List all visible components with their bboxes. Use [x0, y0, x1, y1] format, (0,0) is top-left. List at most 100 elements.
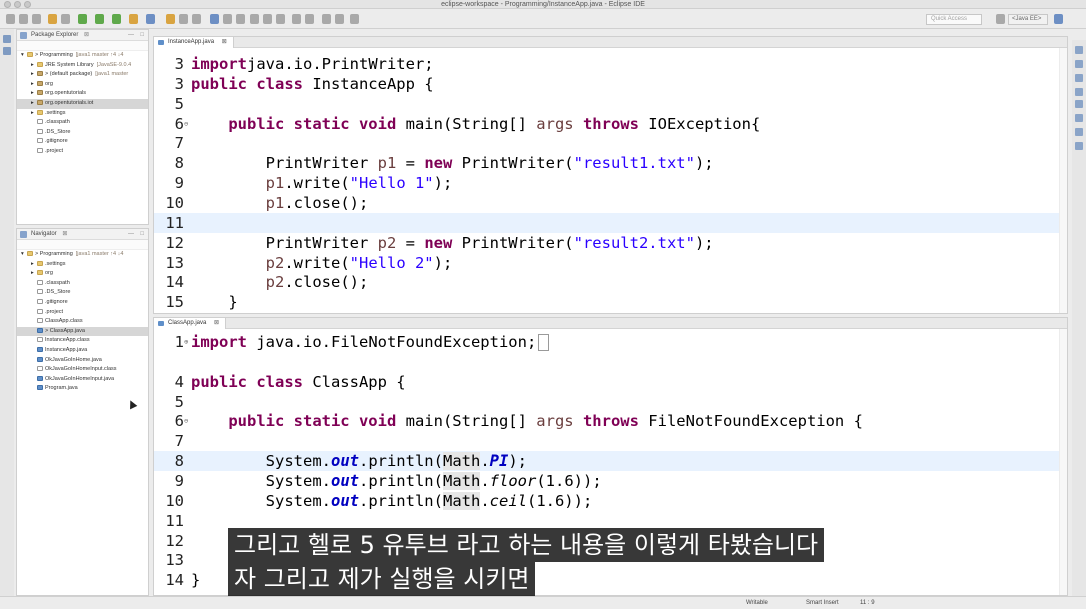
minimize-icon[interactable]: —: [128, 229, 134, 240]
code-line[interactable]: 13 p2.write("Hello 2");: [154, 253, 1059, 273]
code-line[interactable]: 10 p1.close();: [154, 193, 1059, 213]
package-explorer-tab[interactable]: Package Explorer ⊠ — □: [17, 30, 148, 41]
toggle-mark-icon[interactable]: [210, 14, 219, 24]
tree-item[interactable]: ▸ .settings: [17, 109, 148, 119]
snippets-icon[interactable]: [1075, 128, 1083, 136]
tree-item[interactable]: OkJavaGoInHomeInput.class: [17, 365, 148, 375]
block-selection-icon[interactable]: [276, 14, 285, 24]
new-icon[interactable]: [6, 14, 15, 24]
coverage-icon[interactable]: [112, 14, 121, 24]
tree-item[interactable]: ▸ .settings: [17, 260, 148, 270]
save-icon[interactable]: [19, 14, 28, 24]
fold-toggle-icon[interactable]: ⊕: [184, 332, 188, 352]
restore-view-icon[interactable]: [3, 35, 11, 43]
tree-item[interactable]: ▸ org: [17, 80, 148, 90]
code-line[interactable]: 3 importjava.io.PrintWriter;: [154, 54, 1059, 74]
tree-item[interactable]: ▸ JRE System Library [JavaSE-9.0.4: [17, 61, 148, 71]
fold-toggle-icon[interactable]: ⊖: [184, 114, 188, 134]
servers-icon[interactable]: [1075, 100, 1083, 108]
tree-item[interactable]: .DS_Store: [17, 288, 148, 298]
tree-item[interactable]: .gitignore: [17, 137, 148, 147]
forward-icon[interactable]: [335, 14, 344, 24]
code-line[interactable]: 11: [154, 212, 1059, 233]
tree-item[interactable]: InstanceApp.java: [17, 346, 148, 356]
code-line[interactable]: 9 System.out.println(Math.floor(1.6));: [154, 471, 1059, 491]
open-perspective-icon[interactable]: [996, 14, 1005, 24]
format-icon[interactable]: [236, 14, 245, 24]
code-line[interactable]: 7: [154, 431, 1059, 451]
last-edit-icon[interactable]: [350, 14, 359, 24]
fold-toggle-icon[interactable]: ⊖: [184, 411, 188, 431]
minimize-icon[interactable]: —: [128, 30, 134, 41]
annotation-icon[interactable]: [223, 14, 232, 24]
code-line[interactable]: 7: [154, 133, 1059, 153]
code-line[interactable]: 15 }: [154, 292, 1059, 312]
java-ee-perspective-button[interactable]: <Java EE>: [1008, 14, 1048, 25]
console-icon[interactable]: [1075, 142, 1083, 150]
tree-item[interactable]: .project: [17, 147, 148, 157]
code-line[interactable]: 1 ⊕ import java.io.FileNotFoundException;: [154, 332, 1059, 352]
code-line[interactable]: 6 ⊖ public static void main(String[] args…: [154, 114, 1059, 134]
previous-annotation-icon[interactable]: [305, 14, 314, 24]
tree-item[interactable]: OkJavaGoInHomeInput.java: [17, 375, 148, 385]
code-line[interactable]: 6 ⊖ public static void main(String[] args…: [154, 411, 1059, 431]
maximize-icon[interactable]: □: [140, 229, 144, 240]
properties-icon[interactable]: [1075, 88, 1083, 96]
run-icon[interactable]: [95, 14, 104, 24]
next-annotation-icon[interactable]: [292, 14, 301, 24]
new-java-project-icon[interactable]: [48, 14, 57, 24]
tree-item[interactable]: ClassApp.class: [17, 317, 148, 327]
task-list-icon[interactable]: [3, 47, 11, 55]
tree-item[interactable]: .DS_Store: [17, 128, 148, 138]
tree-item[interactable]: .classpath: [17, 118, 148, 128]
code-line[interactable]: 12 PrintWriter p2 = new PrintWriter("res…: [154, 233, 1059, 253]
tree-item[interactable]: .project: [17, 308, 148, 318]
maximize-icon[interactable]: □: [140, 30, 144, 41]
tree-item[interactable]: .classpath: [17, 279, 148, 289]
pin-editor-icon[interactable]: [263, 14, 272, 24]
tree-item[interactable]: ▸ > (default package) [java1 master: [17, 70, 148, 80]
task-list-icon[interactable]: [1075, 60, 1083, 68]
code-line[interactable]: 9 p1.write("Hello 1");: [154, 173, 1059, 193]
close-tab-icon[interactable]: ⊠: [222, 39, 227, 45]
outline-icon[interactable]: [1075, 46, 1083, 54]
debug-icon[interactable]: [78, 14, 87, 24]
vertical-scrollbar[interactable]: [1059, 329, 1067, 595]
code-line[interactable]: 8 PrintWriter p1 = new PrintWriter("resu…: [154, 153, 1059, 173]
code-line[interactable]: 5: [154, 392, 1059, 412]
open-folder-icon[interactable]: [166, 14, 175, 24]
new-server-icon[interactable]: [146, 14, 155, 24]
tree-item[interactable]: ▸ org.opentutorials: [17, 89, 148, 99]
code-line[interactable]: [154, 352, 1059, 372]
code-line[interactable]: 14 p2.close();: [154, 272, 1059, 292]
code-line[interactable]: 8 System.out.println(Math.PI);: [154, 451, 1059, 472]
close-icon[interactable]: ⊠: [84, 32, 89, 38]
save-all-icon[interactable]: [32, 14, 41, 24]
code-line[interactable]: 5: [154, 94, 1059, 114]
vertical-scrollbar[interactable]: [1059, 48, 1067, 313]
close-icon[interactable]: ⊠: [62, 231, 67, 237]
close-tab-icon[interactable]: ⊠: [214, 320, 219, 326]
edit-icon[interactable]: [192, 14, 201, 24]
tree-item[interactable]: InstanceApp.class: [17, 336, 148, 346]
tree-item[interactable]: > ClassApp.java: [17, 326, 148, 337]
tree-item[interactable]: ▾ > Programming [java1 master ↑4 ↓4: [17, 51, 148, 61]
external-tools-icon[interactable]: [129, 14, 138, 24]
java-perspective-icon[interactable]: [1054, 14, 1063, 24]
back-icon[interactable]: [322, 14, 331, 24]
open-type-icon[interactable]: [61, 14, 70, 24]
data-source-icon[interactable]: [1075, 114, 1083, 122]
tree-item[interactable]: Program.java: [17, 384, 148, 394]
code-line[interactable]: 4 public class ClassApp {: [154, 372, 1059, 392]
code-area[interactable]: 3 importjava.io.PrintWriter; 3 public class…: [154, 48, 1067, 313]
quick-access-input[interactable]: Quick Access: [926, 14, 982, 25]
tree-item[interactable]: ▾ > Programming [java1 master ↑4 ↓4: [17, 250, 148, 260]
tab-classapp-java[interactable]: ClassApp.java ⊠: [154, 318, 227, 329]
tree-item[interactable]: ▸ org.opentutorials.iot: [17, 98, 148, 109]
navigator-tab[interactable]: Navigator ⊠ — □: [17, 229, 148, 240]
search-icon[interactable]: [179, 14, 188, 24]
show-whitespace-icon[interactable]: [250, 14, 259, 24]
tree-item[interactable]: OkJavaGoInHome.java: [17, 356, 148, 366]
code-line[interactable]: 10 System.out.println(Math.ceil(1.6));: [154, 491, 1059, 511]
tab-instanceapp-java[interactable]: InstanceApp.java ⊠: [154, 37, 234, 48]
